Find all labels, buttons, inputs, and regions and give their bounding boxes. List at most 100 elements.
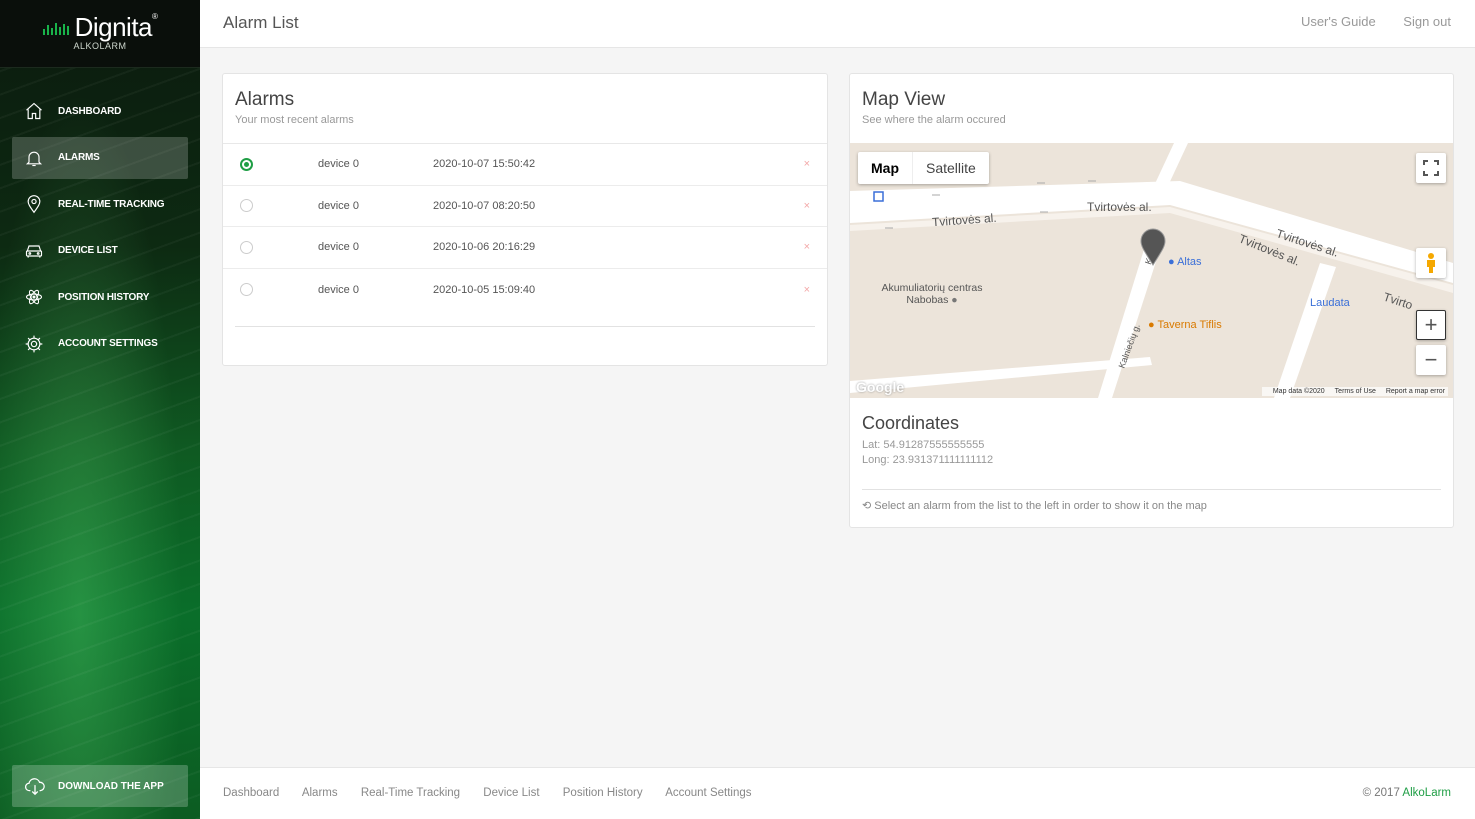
alarms-title: Alarms [235,89,295,110]
alarm-device: device 0 [318,158,359,171]
alarms-card: Alarms Your most recent alarms device 0 … [222,73,828,366]
equalizer-icon [42,21,69,35]
fullscreen-icon[interactable] [1416,153,1446,183]
brand-logo[interactable]: Dignita® ALKOLARM [0,0,200,68]
latitude-value: Lat: 54.91287555555555 [862,439,985,451]
map-data-label: Map data ©2020 [1272,388,1325,395]
poi-nabobas[interactable]: Akumuliatorių centras Nabobas ● [872,282,992,306]
report-map-error-link[interactable]: Report a map error [1386,388,1445,395]
sidebar-item-label: ALARMS [58,152,100,164]
sidebar: Dignita® ALKOLARM DASHBOARD ALARMS REAL-… [0,0,200,819]
sidebar-item-label: DASHBOARD [58,105,122,117]
map-hint: ⟲ Select an alarm from the list to the l… [862,499,1207,512]
download-app-label: DOWNLOAD THE APP [58,780,164,792]
poi-laudata[interactable]: Laudata [1310,297,1350,309]
sidebar-item-label: POSITION HISTORY [58,291,150,303]
alarm-select-radio[interactable] [240,283,253,297]
map-type-satellite-button[interactable]: Satellite [913,152,989,184]
google-logo: Google [856,379,905,395]
longitude-value: Long: 23.931371111111112 [862,454,994,466]
brand-name: Dignita® [74,12,158,42]
users-guide-link[interactable]: User's Guide [1301,14,1376,29]
sidebar-item-real-time-tracking[interactable]: REAL-TIME TRACKING [12,183,188,225]
copyright-text: © 2017 [1362,787,1400,799]
zoom-in-button[interactable]: + [1416,310,1446,340]
terms-of-use-link[interactable]: Terms of Use [1335,388,1376,395]
divider [862,489,1441,490]
street-label: Tvirtovės al. [1087,200,1152,214]
map-attribution: Map data ©2020 Terms of Use Report a map… [1261,387,1448,396]
footer-link-account-settings[interactable]: Account Settings [665,787,751,799]
history-icon: ⟲ [862,500,872,512]
atom-icon [25,290,43,305]
alarms-subtitle: Your most recent alarms [235,114,354,126]
poi-taverna-tiflis[interactable]: ● Taverna Tiflis [1148,319,1222,331]
cloud-download-icon [24,778,45,796]
alarm-row[interactable]: device 0 2020-10-07 08:20:50 × [223,186,827,228]
delete-alarm-icon[interactable]: × [804,284,810,296]
footer-link-real-time-tracking[interactable]: Real-Time Tracking [361,787,460,799]
bell-icon [25,151,43,166]
alarms-card-header: Alarms Your most recent alarms [223,74,827,144]
alarm-device: device 0 [318,199,359,212]
alarm-select-radio[interactable] [240,199,253,213]
sidebar-item-device-list[interactable]: DEVICE LIST [12,230,188,272]
alarm-device: device 0 [318,283,359,296]
alarm-device: device 0 [318,241,359,254]
sidebar-item-position-history[interactable]: POSITION HISTORY [12,276,188,318]
car-icon [25,245,43,258]
copyright: © 2017 AlkoLarm [1363,787,1451,799]
sidebar-item-label: ACCOUNT SETTINGS [58,338,158,350]
home-icon [26,102,42,120]
delete-alarm-icon[interactable]: × [804,241,810,253]
alarm-row[interactable]: device 0 2020-10-07 15:50:42 × [223,144,827,186]
sidebar-item-label: DEVICE LIST [58,245,118,257]
divider [235,326,815,327]
map-type-map-button[interactable]: Map [858,152,913,184]
footer-links: Dashboard Alarms Real-Time Tracking Devi… [223,787,772,799]
alarm-list: device 0 2020-10-07 15:50:42 × device 0 … [223,144,827,310]
alarm-select-radio[interactable] [240,240,253,254]
top-bar: Alarm List User's Guide Sign out [200,0,1475,48]
alarm-row[interactable]: device 0 2020-10-06 20:16:29 × [223,227,827,269]
alarm-time: 2020-10-07 15:50:42 [433,158,536,171]
street-view-pegman-icon[interactable] [1416,248,1446,278]
sidebar-nav: DASHBOARD ALARMS REAL-TIME TRACKING DEVI… [0,90,200,365]
top-links: User's Guide Sign out [1277,14,1451,29]
sidebar-item-label: REAL-TIME TRACKING [58,198,165,210]
sidebar-item-account-settings[interactable]: ACCOUNT SETTINGS [12,323,188,365]
map-hint-text: Select an alarm from the list to the lef… [874,500,1207,512]
map-subtitle: See where the alarm occured [862,114,1006,126]
map-pin-icon [27,195,41,214]
delete-alarm-icon[interactable]: × [804,158,810,170]
download-app-button[interactable]: DOWNLOAD THE APP [12,765,188,807]
map-card: Map View See where the alarm occured Tvi… [849,73,1454,528]
map-card-header: Map View See where the alarm occured [850,74,1453,143]
sidebar-item-dashboard[interactable]: DASHBOARD [12,90,188,132]
sidebar-item-alarms[interactable]: ALARMS [12,136,188,179]
map-marker-icon [1140,228,1166,266]
footer-link-device-list[interactable]: Device List [483,787,539,799]
poi-altas[interactable]: ● Altas [1168,256,1202,268]
sign-out-link[interactable]: Sign out [1403,14,1451,29]
footer-link-position-history[interactable]: Position History [563,787,643,799]
coordinates-section: Coordinates Lat: 54.91287555555555 Long:… [862,413,993,466]
zoom-out-button[interactable]: − [1416,345,1446,375]
brand-subtitle: ALKOLARM [73,41,127,51]
page-title: Alarm List [223,13,299,32]
coordinates-title: Coordinates [862,413,960,433]
alarm-row[interactable]: device 0 2020-10-05 15:09:40 × [223,269,827,311]
alarm-time: 2020-10-05 15:09:40 [433,283,536,296]
copyright-brand-link[interactable]: AlkoLarm [1402,787,1451,799]
alarm-time: 2020-10-06 20:16:29 [433,241,536,254]
gear-icon [25,335,43,353]
map-type-control: Map Satellite [858,152,989,184]
delete-alarm-icon[interactable]: × [804,200,810,212]
footer: Dashboard Alarms Real-Time Tracking Devi… [200,767,1475,819]
map-title: Map View [862,89,946,110]
alarm-select-radio[interactable] [240,157,253,171]
map-view[interactable]: Tvirtovės al. Tvirtovės al. Tvirtovės al… [850,143,1453,398]
alarm-time: 2020-10-07 08:20:50 [433,199,536,212]
footer-link-dashboard[interactable]: Dashboard [223,787,279,799]
footer-link-alarms[interactable]: Alarms [302,787,338,799]
